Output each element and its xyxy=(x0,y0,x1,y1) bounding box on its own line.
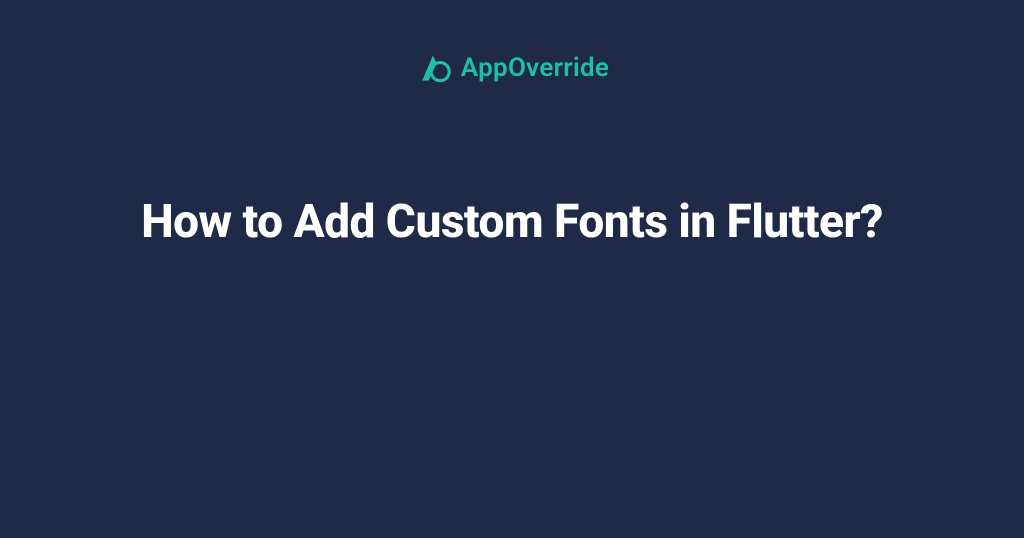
appoverride-logo-icon xyxy=(415,50,451,86)
brand-logo: AppOverride xyxy=(415,50,609,86)
brand-name: AppOverride xyxy=(461,53,609,83)
page-title: How to Add Custom Fonts in Flutter? xyxy=(141,191,883,253)
